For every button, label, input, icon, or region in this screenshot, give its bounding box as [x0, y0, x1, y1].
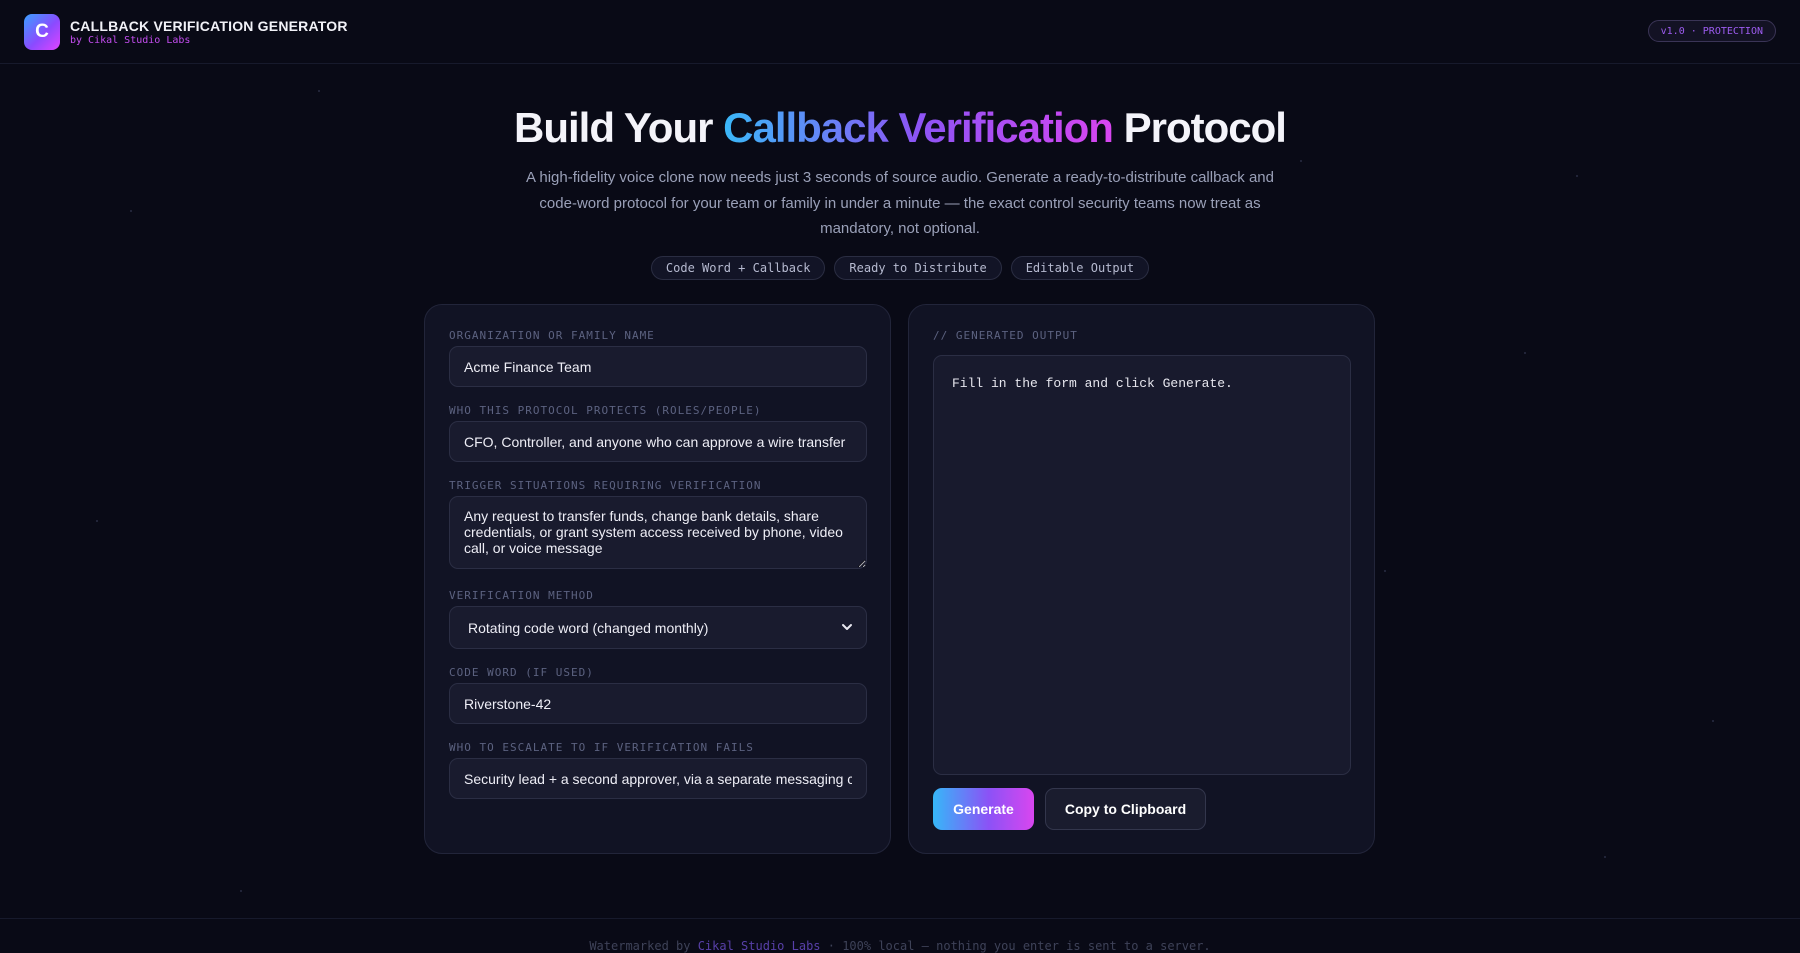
chip-ready: Ready to Distribute: [834, 256, 1002, 280]
chip-editable: Editable Output: [1010, 256, 1150, 280]
hero-title-start: Build Your: [514, 104, 724, 151]
generate-button[interactable]: Generate: [933, 788, 1034, 830]
verification-method-select[interactable]: Rotating code word (changed monthly): [449, 606, 867, 649]
footer-prefix: Watermarked by: [589, 939, 698, 953]
copy-to-clipboard-button[interactable]: Copy to Clipboard: [1045, 788, 1206, 830]
code-word-label: CODE WORD (IF USED): [449, 666, 594, 679]
method-label: VERIFICATION METHOD: [449, 589, 594, 602]
generated-output-area[interactable]: Fill in the form and click Generate.: [933, 355, 1351, 775]
verification-method-value: Rotating code word (changed monthly): [449, 606, 867, 649]
page-footer: Watermarked by Cikal Studio Labs · 100% …: [0, 918, 1800, 953]
footer-suffix: · 100% local — nothing you enter is sent…: [820, 939, 1211, 953]
footer-text: Watermarked by Cikal Studio Labs · 100% …: [0, 939, 1800, 953]
footer-brand-link[interactable]: Cikal Studio Labs: [698, 939, 821, 953]
protocol-form-card: ORGANIZATION OR FAMILY NAME WHO THIS PRO…: [424, 304, 891, 854]
protects-label: WHO THIS PROTOCOL PROTECTS (ROLES/PEOPLE…: [449, 404, 762, 417]
triggers-label: TRIGGER SITUATIONS REQUIRING VERIFICATIO…: [449, 479, 762, 492]
code-word-input[interactable]: [449, 683, 867, 724]
hero-description: A high-fidelity voice clone now needs ju…: [526, 169, 1274, 237]
escalate-input[interactable]: [449, 758, 867, 799]
chip-code-word: Code Word + Callback: [650, 256, 826, 280]
hero-title-highlight: Callback Verification: [723, 104, 1114, 151]
output-label: // GENERATED OUTPUT: [933, 329, 1078, 342]
output-card: // GENERATED OUTPUT Fill in the form and…: [908, 304, 1375, 854]
triggers-textarea[interactable]: Any request to transfer funds, change ba…: [449, 496, 867, 569]
hero-title: Build Your Callback Verification Protoco…: [0, 104, 1800, 152]
app-title: CALLBACK VERIFICATION GENERATOR: [70, 18, 348, 34]
protects-input[interactable]: [449, 421, 867, 462]
org-name-label: ORGANIZATION OR FAMILY NAME: [449, 329, 655, 342]
app-subtitle: by Cikal Studio Labs: [70, 35, 191, 46]
app-header: C CALLBACK VERIFICATION GENERATOR by Cik…: [0, 0, 1800, 64]
feature-chips: Code Word + Callback Ready to Distribute…: [0, 256, 1800, 280]
version-badge: v1.0 · PROTECTION: [1647, 20, 1776, 42]
app-logo: C: [24, 14, 60, 50]
chevron-down-icon: [842, 624, 852, 630]
escalate-label: WHO TO ESCALATE TO IF VERIFICATION FAILS: [449, 741, 754, 754]
org-name-input[interactable]: [449, 346, 867, 387]
hero-title-end: Protocol: [1112, 104, 1287, 151]
